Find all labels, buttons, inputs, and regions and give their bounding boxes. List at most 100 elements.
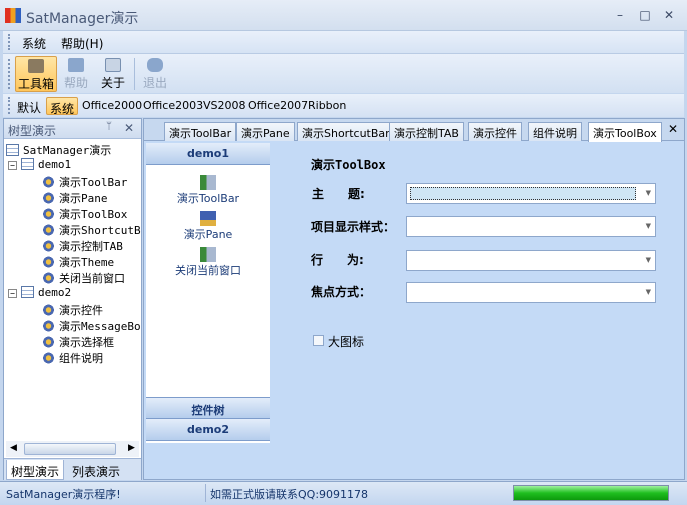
toolbox-label: 工具箱 xyxy=(17,77,54,91)
tree-item[interactable]: 组件说明 xyxy=(42,350,141,366)
menu-system[interactable]: 系统 xyxy=(22,35,46,52)
tree-item[interactable]: 演示选择框 xyxy=(42,334,141,350)
theme-system[interactable]: 系统 xyxy=(46,97,79,116)
nav-item[interactable]: 演示Pane xyxy=(146,211,270,242)
theme-combo[interactable]: ▼ xyxy=(406,183,656,204)
about-label: 关于 xyxy=(100,76,125,90)
document-area: 演示ToolBar 演示Pane 演示ShortcutBar 演示控制TAB 演… xyxy=(143,118,685,480)
theme-bar: 默认 系统 Office2000 Office2003 VS2008 Offic… xyxy=(3,94,684,117)
help-button[interactable]: 帮助 xyxy=(57,56,95,92)
nav-group-demo1[interactable]: demo1 xyxy=(146,143,270,165)
tab-tree-demo[interactable]: 树型演示 xyxy=(6,460,65,480)
tab-pane[interactable]: 演示Pane xyxy=(236,122,295,141)
nav-label: 演示Pane xyxy=(183,228,233,241)
minimize-button[interactable]: – xyxy=(612,8,628,22)
theme-office2003[interactable]: Office2003 xyxy=(140,97,206,115)
tree-item[interactable]: 演示MessageBox xyxy=(42,318,141,334)
tree-label: 演示ToolBar xyxy=(59,176,128,189)
panel-title: 树型演示 xyxy=(8,124,57,138)
nav-group-control-tree[interactable]: 控件树 xyxy=(146,397,270,419)
component-icon xyxy=(42,320,55,332)
dropdown-arrow-icon[interactable]: ▼ xyxy=(646,256,651,264)
status-bar: SatManager演示程序! 如需正式版请联系QQ:9091178 xyxy=(0,481,687,505)
tree-item[interactable]: 关闭当前窗口 xyxy=(42,270,141,286)
tree-label: 演示ToolBox xyxy=(59,208,128,221)
collapse-icon[interactable]: − xyxy=(8,289,17,298)
nav-item[interactable]: 关闭当前窗口 xyxy=(146,247,270,278)
component-icon xyxy=(42,176,55,188)
item-style-label: 项目显示样式： xyxy=(311,220,396,234)
menu-help[interactable]: 帮助(H) xyxy=(61,35,103,52)
tab-controls[interactable]: 演示控件 xyxy=(468,122,522,141)
maximize-button[interactable]: □ xyxy=(637,8,653,22)
tree-item[interactable]: 演示控件 xyxy=(42,302,141,318)
shortcut-bar: demo1 演示ToolBar 演示Pane 关闭当前窗口 控件树 demo2 xyxy=(146,143,270,443)
tree-group-demo2[interactable]: − demo2 xyxy=(8,286,71,302)
exit-button[interactable]: 退出 xyxy=(137,56,173,92)
tree-item[interactable]: 演示Pane xyxy=(42,190,141,206)
tree-panel: 树型演示 ᛘ ✕ SatManager演示 − demo1 演示ToolBar 演… xyxy=(3,118,142,480)
tree-item[interactable]: 演示ToolBox xyxy=(42,206,141,222)
ruler-pencil-icon xyxy=(200,211,216,226)
tree-root[interactable]: SatManager演示 xyxy=(6,142,111,158)
component-icon xyxy=(42,208,55,220)
item-style-combo[interactable]: ▼ xyxy=(406,216,656,237)
tab-close-button[interactable]: ✕ xyxy=(668,122,678,136)
dropdown-arrow-icon[interactable]: ▼ xyxy=(646,189,651,197)
component-icon xyxy=(42,224,55,236)
tree-label: demo1 xyxy=(38,158,72,171)
grip-handle[interactable] xyxy=(8,59,11,89)
tree-label: SatManager演示 xyxy=(23,144,112,157)
theme-office2000[interactable]: Office2000 xyxy=(79,97,145,115)
grip-handle[interactable] xyxy=(8,34,11,50)
horizontal-scrollbar[interactable]: ◀ ▶ xyxy=(6,441,139,457)
theme-ribbon[interactable]: Ribbon xyxy=(305,97,349,115)
tab-component-info[interactable]: 组件说明 xyxy=(528,122,582,141)
app-icon xyxy=(5,8,21,23)
theme-default[interactable]: 默认 xyxy=(14,97,44,115)
theme-office2007[interactable]: Office2007 xyxy=(245,97,311,115)
scroll-left-icon[interactable]: ◀ xyxy=(10,443,17,453)
tab-list-demo[interactable]: 列表演示 xyxy=(68,460,124,480)
nav-group-demo2[interactable]: demo2 xyxy=(146,419,270,441)
focus-mode-combo[interactable]: ▼ xyxy=(406,282,656,303)
scroll-thumb[interactable] xyxy=(24,443,116,455)
tree-label: 演示MessageBox xyxy=(59,320,141,333)
about-button[interactable]: 关于 xyxy=(95,56,131,92)
help-icon xyxy=(68,58,84,72)
nav-item[interactable]: 演示ToolBar xyxy=(146,175,270,206)
form-title: 演示ToolBox xyxy=(311,158,386,172)
tree-item[interactable]: 演示Theme xyxy=(42,254,141,270)
tab-toolbar[interactable]: 演示ToolBar xyxy=(164,122,237,141)
scroll-right-icon[interactable]: ▶ xyxy=(128,443,135,453)
toolbar: 工具箱 帮助 关于 退出 xyxy=(3,53,684,93)
component-icon xyxy=(42,192,55,204)
tab-shortcutbar[interactable]: 演示ShortcutBar xyxy=(297,122,395,141)
behavior-label: 行 为: xyxy=(311,253,364,267)
panel-header: 树型演示 ᛘ ✕ xyxy=(4,119,141,139)
grid-icon xyxy=(21,286,34,298)
tree-label: 组件说明 xyxy=(59,352,103,365)
collapse-icon[interactable]: − xyxy=(8,161,17,170)
tree-group-demo1[interactable]: − demo1 xyxy=(8,158,71,174)
tree-label: 演示控制TAB xyxy=(59,240,123,253)
large-icon-checkbox[interactable] xyxy=(313,335,324,346)
behavior-combo[interactable]: ▼ xyxy=(406,250,656,271)
toolbox-button[interactable]: 工具箱 xyxy=(15,56,57,92)
tree-item[interactable]: 演示ShortcutBar xyxy=(42,222,141,238)
about-icon xyxy=(105,58,121,72)
grip-handle[interactable] xyxy=(8,97,11,114)
panel-close-button[interactable]: ✕ xyxy=(124,121,134,135)
theme-vs2008[interactable]: VS2008 xyxy=(200,97,249,115)
large-icon-label: 大图标 xyxy=(328,335,365,349)
component-icon xyxy=(42,272,55,284)
close-button[interactable]: ✕ xyxy=(661,8,677,22)
tab-toolbox[interactable]: 演示ToolBox xyxy=(588,122,662,142)
component-icon xyxy=(42,304,55,316)
tab-control-tab[interactable]: 演示控制TAB xyxy=(389,122,464,141)
tree-item[interactable]: 演示控制TAB xyxy=(42,238,141,254)
pin-icon[interactable]: ᛘ xyxy=(106,121,112,132)
tree-item[interactable]: 演示ToolBar xyxy=(42,174,141,190)
dropdown-arrow-icon[interactable]: ▼ xyxy=(646,288,651,296)
dropdown-arrow-icon[interactable]: ▼ xyxy=(646,222,651,230)
